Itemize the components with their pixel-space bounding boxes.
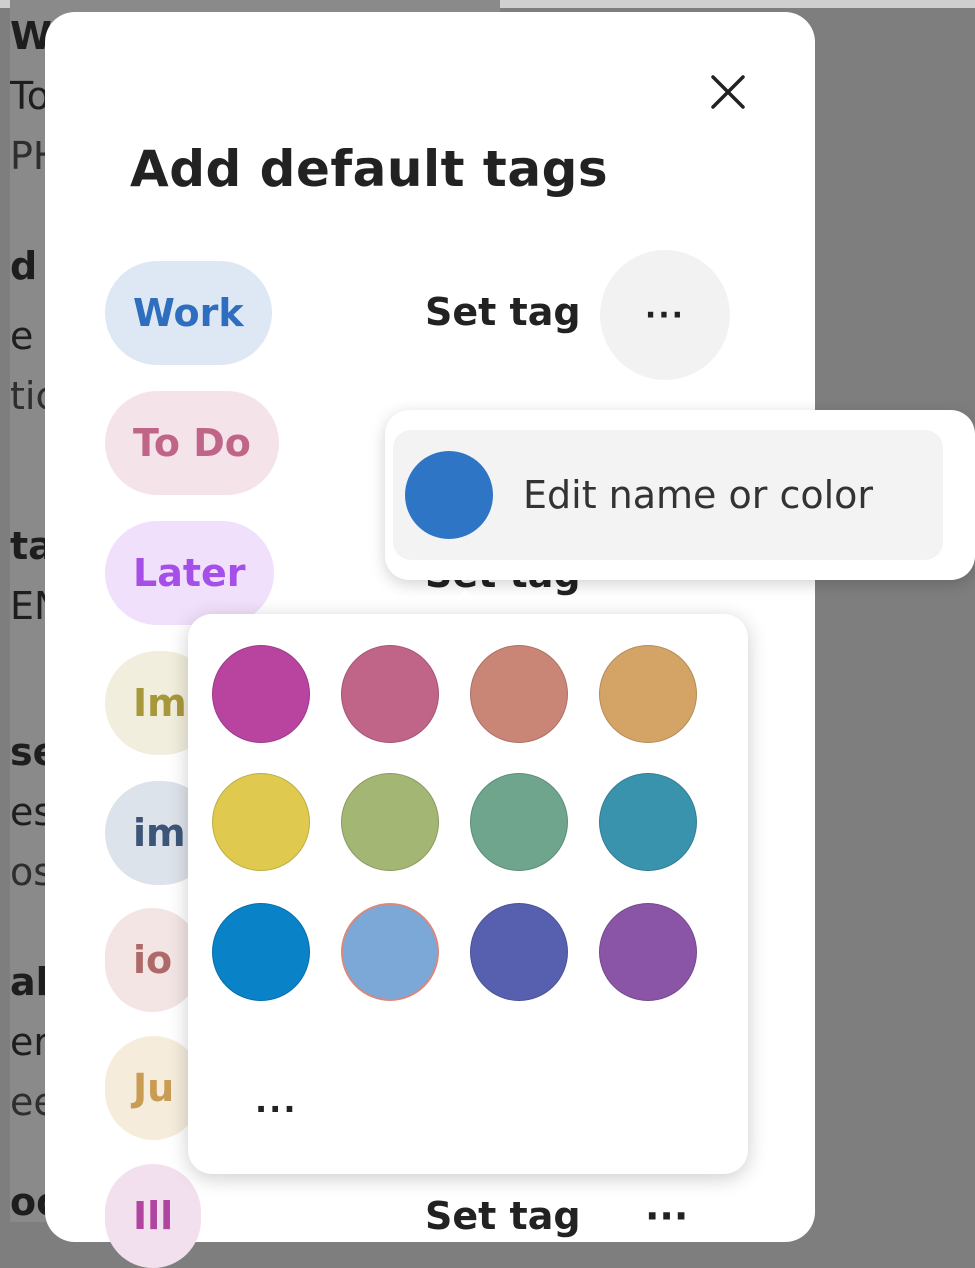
more-options-button[interactable]: ···	[645, 1194, 688, 1238]
background-text: er	[10, 1020, 50, 1064]
tag-chip-todo[interactable]: To Do	[105, 391, 279, 495]
tag-label: Im	[133, 681, 187, 725]
popover-arrow	[633, 385, 693, 413]
tag-label: Later	[133, 551, 246, 595]
background-text: al	[10, 960, 49, 1004]
tag-label: Ill	[133, 1194, 174, 1238]
edit-name-or-color-item[interactable]: Edit name or color	[393, 430, 943, 560]
color-swatch[interactable]	[470, 773, 568, 871]
color-swatch[interactable]	[341, 645, 439, 743]
more-colors-button[interactable]: ···	[255, 1090, 297, 1128]
more-icon: ···	[644, 297, 686, 333]
tag-label: Ju	[133, 1066, 175, 1110]
tag-color-swatch	[405, 451, 493, 539]
tag-chip-work[interactable]: Work	[105, 261, 272, 365]
color-swatch[interactable]	[470, 645, 568, 743]
color-swatch[interactable]	[212, 645, 310, 743]
tag-chip-later[interactable]: Later	[105, 521, 274, 625]
tag-label: io	[133, 938, 173, 982]
color-swatch[interactable]	[212, 903, 310, 1001]
color-swatch[interactable]	[599, 773, 697, 871]
set-tag-button[interactable]: Set tag	[425, 290, 581, 334]
tag-label: Work	[133, 291, 244, 335]
color-swatch[interactable]	[599, 645, 697, 743]
dialog-title: Add default tags	[130, 140, 609, 198]
background-text: To	[10, 74, 51, 118]
tag-label: im	[133, 811, 186, 855]
set-tag-button[interactable]: Set tag	[425, 1194, 581, 1238]
tag-chip-io[interactable]: io	[105, 908, 201, 1012]
close-icon	[711, 75, 745, 109]
close-button[interactable]	[698, 62, 758, 122]
color-swatch[interactable]	[212, 773, 310, 871]
color-swatch[interactable]	[470, 903, 568, 1001]
color-swatch[interactable]	[341, 903, 439, 1001]
more-options-button[interactable]: ···	[600, 250, 730, 380]
tag-chip-ill[interactable]: Ill	[105, 1164, 202, 1268]
color-swatch[interactable]	[341, 773, 439, 871]
tag-label: To Do	[133, 421, 251, 465]
edit-name-or-color-label: Edit name or color	[523, 473, 874, 517]
color-swatch[interactable]	[599, 903, 697, 1001]
tag-options-popover: Edit name or color	[385, 410, 975, 580]
